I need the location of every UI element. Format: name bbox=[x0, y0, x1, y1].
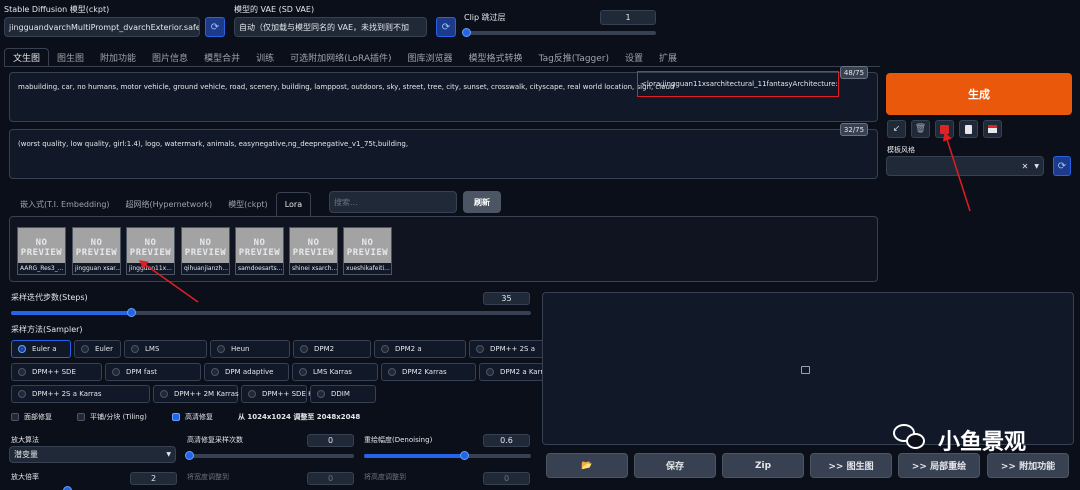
annotation-arrow-lora-card bbox=[138, 260, 199, 303]
annotation-arrow-save-style bbox=[943, 131, 971, 212]
annotation-arrows bbox=[138, 131, 971, 303]
